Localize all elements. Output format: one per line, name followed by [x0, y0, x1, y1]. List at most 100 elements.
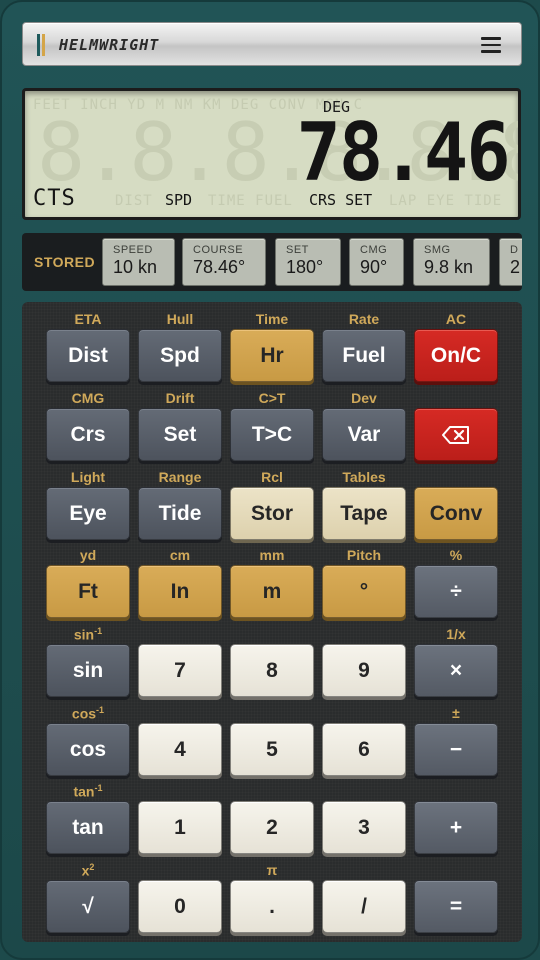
multiply-key[interactable]: × [414, 644, 498, 697]
key-caption-dev: Dev [351, 390, 377, 406]
subtract-key[interactable]: − [414, 723, 498, 776]
key-caption-pitch: Pitch [346, 547, 382, 563]
stored-chip-title: D [510, 244, 519, 256]
key-caption-plus-minus: ± [452, 705, 460, 721]
sin-key[interactable]: sin [46, 644, 130, 697]
key-caption-rcl: Rcl [261, 469, 283, 485]
lcd-display: FEET INCH YD M NM KM DEG CONV MGN C DEG … [22, 88, 521, 220]
stored-chip-value: 9.8 kn [424, 257, 474, 277]
set-key[interactable]: Set [138, 408, 222, 461]
digit-5-key[interactable]: 5 [230, 723, 314, 776]
key-caption-c-to-t: C>T [258, 390, 286, 406]
cos-key[interactable]: cos [46, 723, 130, 776]
key-caption-time: Time [255, 311, 289, 327]
lcd-ghost-lap-eye-tide: LAP EYE TIDE [389, 193, 503, 209]
hamburger-menu-icon[interactable] [481, 37, 501, 53]
stored-chip-title: SET [286, 244, 309, 256]
crs-key[interactable]: Crs [46, 408, 130, 461]
lcd-crs-set-indicator: CRS SET [309, 191, 373, 209]
equals-key[interactable]: = [414, 880, 498, 933]
digit-4-key[interactable]: 4 [138, 723, 222, 776]
keypad: ETA Dist Hull Spd Time Hr Rate Fuel AC O… [22, 302, 522, 942]
key-caption-percent: % [449, 547, 463, 563]
decimal-point-key[interactable]: . [230, 880, 314, 933]
t-to-c-key[interactable]: T>C [230, 408, 314, 461]
lcd-status-row: CTS DIST SPD TIME FUEL CRS SET LAP EYE T… [33, 186, 510, 211]
stored-chip-course[interactable]: COURSE 78.46° [182, 238, 266, 286]
key-caption-yd: yd [79, 547, 97, 563]
tape-key[interactable]: Tape [322, 487, 406, 540]
brand-logo-mark [37, 34, 47, 56]
stored-chip-cmg[interactable]: CMG 90° [349, 238, 404, 286]
var-key[interactable]: Var [322, 408, 406, 461]
spd-key[interactable]: Spd [138, 329, 222, 382]
digit-2-key[interactable]: 2 [230, 801, 314, 854]
stored-chip-value: 90° [360, 257, 388, 277]
stored-chip-value: 78.46° [193, 257, 246, 277]
m-key[interactable]: m [230, 565, 314, 618]
stored-chip-d[interactable]: D 2 [499, 238, 522, 286]
digit-0-key[interactable]: 0 [138, 880, 222, 933]
key-caption-cm: cm [169, 547, 191, 563]
stored-chip-value: 2 [510, 257, 521, 277]
key-caption-eta: ETA [74, 311, 102, 327]
digit-8-key[interactable]: 8 [230, 644, 314, 697]
digit-6-key[interactable]: 6 [322, 723, 406, 776]
add-key[interactable]: + [414, 801, 498, 854]
key-caption-arctan: tan-1 [73, 783, 103, 800]
dist-key[interactable]: Dist [46, 329, 130, 382]
key-caption-tables: Tables [342, 469, 386, 485]
on-clear-key[interactable]: On/C [414, 329, 498, 382]
digit-9-key[interactable]: 9 [322, 644, 406, 697]
key-caption-square: x2 [81, 862, 95, 879]
key-caption-hull: Hull [166, 311, 194, 327]
stor-key[interactable]: Stor [230, 487, 314, 540]
key-caption-drift: Drift [165, 390, 195, 406]
backspace-icon [442, 425, 469, 444]
lcd-ghost-dist: DIST [115, 193, 153, 209]
divide-key[interactable]: ÷ [414, 565, 498, 618]
stored-chip-title: SPEED [113, 244, 153, 256]
key-caption-cmg: CMG [71, 390, 105, 406]
calculator-body: HELMWRIGHT FEET INCH YD M NM KM DEG CONV… [0, 0, 540, 960]
fuel-key[interactable]: Fuel [322, 329, 406, 382]
digit-1-key[interactable]: 1 [138, 801, 222, 854]
lcd-ghost-time-fuel: TIME FUEL [208, 193, 293, 209]
key-caption-arccos: cos-1 [71, 705, 105, 722]
key-caption-range: Range [158, 469, 202, 485]
sqrt-key[interactable]: √ [46, 880, 130, 933]
lcd-main-value: 78.46 [296, 106, 511, 199]
stored-chip-title: COURSE [193, 244, 244, 256]
brand-name: HELMWRIGHT [59, 36, 160, 54]
stored-chip-speed[interactable]: SPEED 10 kn [102, 238, 175, 286]
in-key[interactable]: In [138, 565, 222, 618]
stored-chip-smg[interactable]: SMG 9.8 kn [413, 238, 490, 286]
lcd-spd-indicator: SPD [165, 191, 193, 209]
app-header: HELMWRIGHT [22, 22, 522, 66]
stored-chip-title: CMG [360, 244, 388, 256]
key-caption-pi: π [266, 862, 278, 878]
hr-key[interactable]: Hr [230, 329, 314, 382]
conv-key[interactable]: Conv [414, 487, 498, 540]
key-caption-light: Light [70, 469, 106, 485]
eye-key[interactable]: Eye [46, 487, 130, 540]
stored-chip-value: 180° [286, 257, 324, 277]
fraction-slash-key[interactable]: / [322, 880, 406, 933]
key-caption-rate: Rate [348, 311, 380, 327]
digit-3-key[interactable]: 3 [322, 801, 406, 854]
tide-key[interactable]: Tide [138, 487, 222, 540]
tan-key[interactable]: tan [46, 801, 130, 854]
stored-label: STORED [34, 254, 96, 270]
backspace-key[interactable] [414, 408, 498, 461]
key-caption-reciprocal: 1/x [446, 626, 466, 642]
stored-values-bar: STORED SPEED 10 kn COURSE 78.46° SET 180… [22, 233, 522, 291]
lcd-function-label: CTS [33, 186, 76, 211]
stored-chip-set[interactable]: SET 180° [275, 238, 341, 286]
degree-key[interactable]: ° [322, 565, 406, 618]
ft-key[interactable]: Ft [46, 565, 130, 618]
key-caption-ac: AC [445, 311, 467, 327]
digit-7-key[interactable]: 7 [138, 644, 222, 697]
lcd-digits: 8.8.8.8.8.8. 78.46 [37, 106, 518, 199]
key-caption-arcsin: sin-1 [73, 626, 103, 643]
stored-chip-title: SMG [424, 244, 451, 256]
